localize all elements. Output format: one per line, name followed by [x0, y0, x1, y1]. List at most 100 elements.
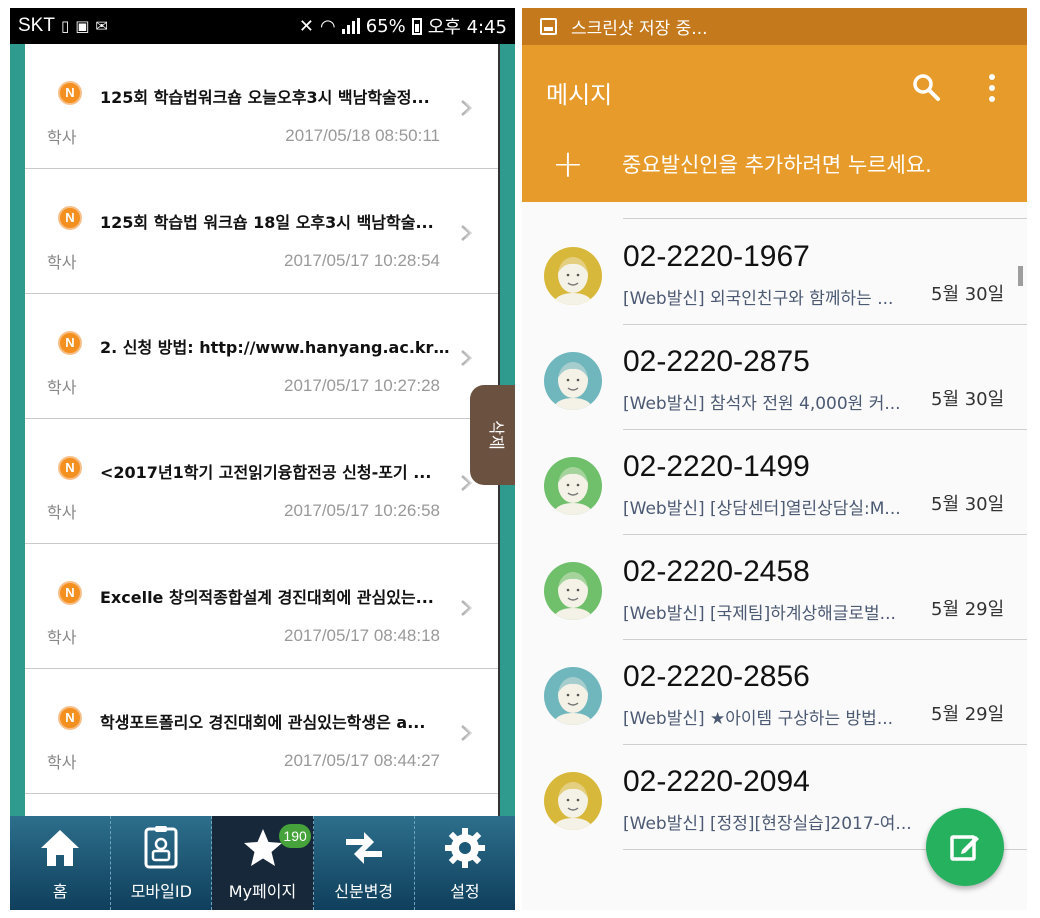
message-snippet: [Web발신] 참석자 전원 4,000원 커...: [623, 394, 901, 414]
app-header: 메시지 + 중요발신인을 추가하려면 누르세요.: [522, 45, 1027, 202]
compose-button[interactable]: [926, 808, 1004, 886]
notice-title: Excelle 창의적종합설계 경진대회에 관심있는...: [100, 588, 434, 607]
nav-mypage[interactable]: 190 My페이지: [212, 816, 314, 910]
status-bar: 스크린샷 저장 중...: [522, 8, 1027, 45]
conversation-list: 02-2220-0101[Web발신] [미생장학금 설문조사] ht...5월…: [522, 202, 1027, 910]
notice-item[interactable]: N 125회 학습법 워크숍 18일 오후3시 백남학술... 학사 2017/05/…: [25, 169, 498, 294]
notice-item[interactable]: N Excelle 창의적종합설계 경진대회에 관심있는... 학사 2017/05/…: [25, 544, 498, 669]
contact-name: 02-2220-2875: [623, 345, 810, 378]
signal-icon: [341, 18, 360, 34]
notice-category: 학사: [47, 378, 77, 397]
message-snippet: [Web발신] [국제팀]하계상해글로벌...: [623, 604, 896, 624]
messages-app-screen: 스크린샷 저장 중... 메시지 + 중요발신인을 추가하려면 누르세요. 02…: [522, 8, 1027, 910]
contact-name: 02-2220-1499: [623, 450, 810, 483]
chevron-right-icon: [461, 225, 473, 241]
swap-arrows-icon: [345, 832, 382, 864]
battery-percent: 65%: [365, 15, 406, 37]
nav-settings[interactable]: 설정: [415, 816, 515, 910]
notice-title: 125회 학습법 워크숍 18일 오후3시 백남학술...: [100, 213, 434, 232]
chevron-right-icon: [461, 100, 473, 116]
chevron-right-icon: [461, 350, 473, 366]
nav-label: My페이지: [228, 882, 297, 901]
contact-avatar: [544, 247, 602, 305]
mypage-count-badge: 190: [279, 824, 311, 848]
add-important-sender-text: 중요발신인을 추가하려면 누르세요.: [622, 153, 932, 177]
notice-category: 학사: [47, 128, 77, 147]
notice-item[interactable]: N 2. 신청 방법: http://www.hanyang.ac.kr/s...…: [25, 294, 498, 419]
notice-date: 2017/05/17 08:48:18: [284, 626, 440, 645]
status-right: ✕ ◠ 65% 오후 4:45: [299, 13, 507, 39]
home-icon: [41, 830, 80, 866]
new-badge: N: [58, 81, 82, 105]
message-date: 5월 29일: [931, 704, 1005, 725]
status-bar: SKT ▯ ▣ ✉ ✕ ◠ 65% 오후 4:45: [10, 8, 515, 44]
scrollbar[interactable]: [1018, 266, 1023, 286]
notice-item[interactable]: N 125회 학습법워크숍 오늘오후3시 백남학술정... 학사 2017/05/18…: [25, 44, 498, 169]
contact-avatar: [544, 667, 602, 725]
avatar-face-icon: [544, 562, 602, 620]
chevron-right-icon: [461, 725, 473, 741]
message-snippet: [Web발신] [상담센터]열린상담실:M...: [623, 499, 901, 519]
contact-name: 02-2220-1967: [623, 240, 810, 273]
nav-home[interactable]: 홈: [10, 816, 112, 910]
notice-category: 학사: [47, 503, 77, 522]
gear-icon: [444, 828, 485, 868]
nav-label: 설정: [450, 882, 480, 901]
notice-item[interactable]: N 학생포트폴리오 경진대회에 관심있는학생은 a... 학사 2017/05/17 …: [25, 669, 498, 794]
notice-title: 2. 신청 방법: http://www.hanyang.ac.kr/s...: [100, 338, 455, 357]
contact-avatar: [544, 352, 602, 410]
avatar-face-icon: [544, 457, 602, 515]
nav-label: 홈: [52, 882, 68, 901]
delete-label: 삭제: [486, 420, 506, 450]
new-badge: N: [58, 581, 82, 605]
avatar-face-icon: [544, 667, 602, 725]
message-date: 5월 30일: [931, 494, 1005, 515]
conversation-item[interactable]: 02-2220-2875 [Web발신] 참석자 전원 4,000원 커... 5월…: [522, 325, 1027, 430]
clock: 오후 4:45: [427, 17, 507, 38]
avatar-face-icon: [544, 352, 602, 410]
contact-name: 02-2220-2856: [623, 660, 810, 693]
notice-title: 학생포트폴리오 경진대회에 관심있는학생은 a...: [100, 713, 426, 732]
conversation-item[interactable]: 02-2220-2458 [Web발신] [국제팀]하계상해글로벌... 5월 29…: [522, 535, 1027, 640]
message-date: 5월 29일: [931, 599, 1005, 620]
nav-label: 신분변경: [334, 882, 394, 901]
compose-icon: [950, 835, 979, 861]
new-badge: N: [58, 206, 82, 230]
mute-icon: ✕: [298, 15, 314, 37]
new-badge: N: [58, 706, 82, 730]
add-important-sender-row[interactable]: + 중요발신인을 추가하려면 누르세요.: [552, 145, 932, 183]
nav-label: 모바일ID: [130, 882, 192, 901]
new-badge: N: [58, 331, 82, 355]
status-text: 스크린샷 저장 중...: [571, 19, 708, 39]
wifi-icon: ◠: [320, 15, 336, 37]
notice-category: 학사: [47, 253, 77, 272]
notice-date: 2017/05/17 10:27:28: [284, 376, 440, 395]
screenshot-root: SKT ▯ ▣ ✉ ✕ ◠ 65% 오후 4:45 N 125회 학습법워크숍 오…: [0, 0, 1040, 918]
contact-avatar: [544, 457, 602, 515]
app-title: 메시지: [546, 81, 613, 109]
star-icon: [243, 829, 282, 866]
notice-title: <2017년1학기 고전읽기융합전공 신청-포기 ...: [100, 463, 432, 482]
conversation-item[interactable]: 02-2220-1499 [Web발신] [상담센터]열린상담실:M... 5월 3…: [522, 430, 1027, 535]
contact-avatar: [544, 772, 602, 830]
conversation-item[interactable]: 02-2220-0101[Web발신] [미생장학금 설문조사] ht...5월…: [522, 202, 1027, 219]
notice-date: 2017/05/17 10:28:54: [284, 251, 440, 270]
conversation-item[interactable]: 02-2220-1967 [Web발신] 외국인친구와 함께하는 ... 5월 30…: [522, 220, 1027, 325]
avatar-face-icon: [544, 247, 602, 305]
notice-item[interactable]: N <2017년1학기 고전읽기융합전공 신청-포기 ... 학사 2017/05/1…: [25, 419, 498, 544]
screenshot-icon: [540, 18, 557, 35]
message-date: 5월 30일: [931, 389, 1005, 410]
portal-app-screen: SKT ▯ ▣ ✉ ✕ ◠ 65% 오후 4:45 N 125회 학습법워크숍 오…: [10, 8, 515, 910]
notification-icons: ▯ ▣ ✉: [61, 17, 108, 35]
more-options-icon[interactable]: [979, 71, 1005, 105]
image-icon: ▣: [75, 17, 90, 35]
delete-button[interactable]: 삭제: [470, 385, 515, 485]
avatar-face-icon: [544, 772, 602, 830]
notice-date: 2017/05/18 08:50:11: [285, 126, 440, 145]
nav-identity-switch[interactable]: 신분변경: [314, 816, 415, 910]
conversation-item[interactable]: 02-2220-2856 [Web발신] ★아이템 구상하는 방법... 5월 29…: [522, 640, 1027, 745]
contact-avatar: [544, 562, 602, 620]
search-icon[interactable]: [910, 71, 944, 105]
notice-date: 2017/05/17 08:44:27: [284, 751, 440, 770]
nav-mobile-id[interactable]: 모바일ID: [111, 816, 213, 910]
